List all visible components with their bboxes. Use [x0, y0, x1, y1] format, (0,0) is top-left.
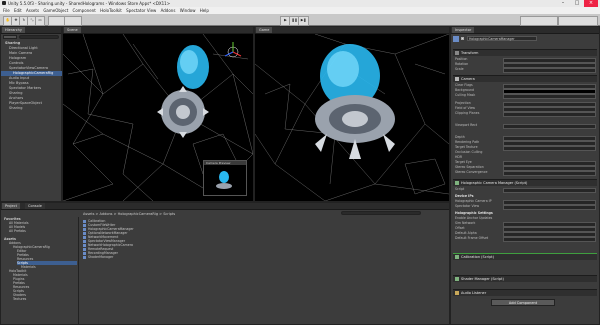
menu-window[interactable]: Window: [180, 7, 196, 14]
script-row[interactable]: Script: [455, 187, 596, 193]
tree-item[interactable]: All Prefabs: [9, 229, 26, 233]
gameobject-icon: [453, 36, 459, 42]
toolbar: ✋ ✥ ↻ ⤡ ▭ ▶ ❚❚ ▶❚: [0, 14, 600, 26]
close-icon[interactable]: ×: [584, 0, 598, 7]
project-tree: Favorites All Materials All Models All P…: [1, 217, 79, 325]
menu-assets[interactable]: Assets: [26, 7, 39, 14]
menu-addons[interactable]: Addons: [161, 7, 176, 14]
frame-offset-row[interactable]: Default Frame Offset: [455, 236, 596, 242]
global-toggle[interactable]: [64, 16, 82, 26]
menu-bar: File Edit Assets GameObject Component Ho…: [0, 7, 600, 14]
gear-platform: [157, 86, 209, 138]
clipping-row[interactable]: Clipping Planes: [455, 111, 596, 117]
maximize-icon[interactable]: □: [570, 0, 584, 7]
script-header[interactable]: Holographic Camera Manager (Script): [453, 179, 597, 186]
scene-viewport[interactable]: Camera Preview: [63, 34, 253, 201]
transform-icon: [455, 51, 459, 55]
unity-logo-icon: [2, 1, 6, 5]
object-name-field[interactable]: HolographicCameraManager: [467, 36, 537, 41]
transform-header[interactable]: Transform: [453, 49, 597, 56]
inspector-panel: Inspector HolographicCameraManager Trans…: [450, 26, 600, 325]
menu-gameobject[interactable]: GameObject: [43, 7, 68, 14]
tab-game[interactable]: Game: [256, 27, 273, 33]
script-icon: [455, 181, 459, 185]
file-item[interactable]: ShaderManager: [83, 255, 113, 259]
game-panel: Game: [254, 26, 450, 202]
viewport-rect-row[interactable]: Viewport Rect: [455, 123, 596, 129]
cs-file-icon: [83, 255, 86, 259]
hologram-blob: [177, 45, 209, 89]
audio-listener-header[interactable]: Audio Listener: [453, 289, 597, 296]
script-icon: [455, 277, 459, 281]
hierarchy-create-button[interactable]: [3, 35, 17, 39]
title-bar: Unity 5.5.0f3 - Sharing.unity - SharedHo…: [0, 0, 600, 7]
project-search-input[interactable]: [341, 211, 421, 215]
hierarchy-item[interactable]: Sharing: [1, 106, 22, 111]
tab-console[interactable]: Console: [25, 203, 45, 209]
tab-inspector[interactable]: Inspector: [452, 27, 475, 33]
camera-preview-image: [204, 165, 246, 195]
active-checkbox[interactable]: [461, 37, 464, 40]
tree-item[interactable]: Textures: [13, 297, 26, 301]
project-panel: Project Console Assets > Addons > Hologr…: [0, 202, 450, 325]
camera-header[interactable]: Camera: [453, 75, 597, 82]
object-header: HolographicCameraManager: [453, 35, 597, 43]
menu-component[interactable]: Component: [73, 7, 96, 14]
breadcrumb[interactable]: Assets > Addons > HolographicCameraRig >…: [83, 212, 175, 216]
file-list: Calibration CustomFileWriter Holographic…: [83, 219, 283, 279]
hierarchy-search-input[interactable]: [19, 35, 59, 39]
tab-hierarchy[interactable]: Hierarchy: [2, 27, 25, 33]
script-icon: [455, 255, 459, 259]
gear-platform: [315, 95, 395, 159]
hierarchy-panel: Hierarchy Sharing Directional Light Main…: [0, 26, 75, 202]
layout-dropdown[interactable]: [558, 16, 598, 26]
layers-dropdown[interactable]: [520, 16, 558, 26]
menu-help[interactable]: Help: [200, 7, 209, 14]
stereo-convergence-row[interactable]: Stereo Convergence: [455, 170, 596, 176]
camera-preview: Camera Preview: [203, 160, 247, 196]
step-button[interactable]: ▶❚: [298, 16, 309, 26]
gizmo-icon[interactable]: [224, 42, 242, 58]
menu-edit[interactable]: Edit: [14, 7, 22, 14]
add-component-button[interactable]: Add Component: [491, 299, 555, 306]
window-title: Unity 5.5.0f3 - Sharing.unity - SharedHo…: [8, 1, 171, 6]
shader-manager-header[interactable]: Shader Manager (Script): [453, 275, 597, 282]
game-viewport[interactable]: [255, 34, 449, 201]
tab-project[interactable]: Project: [2, 203, 20, 209]
camera-icon: [455, 77, 459, 81]
menu-holotoolkit[interactable]: HoloToolkit: [100, 7, 122, 14]
scene-panel: Scene Camera Preview: [62, 26, 254, 202]
minimize-icon[interactable]: –: [556, 0, 570, 7]
culling-mask-row[interactable]: Culling Mask: [455, 93, 596, 99]
tab-scene[interactable]: Scene: [64, 27, 81, 33]
menu-file[interactable]: File: [3, 7, 10, 14]
calibration-header[interactable]: Calibration (Script): [453, 253, 597, 260]
menu-spectator-view[interactable]: Spectator View: [126, 7, 156, 14]
speaker-icon: [455, 291, 459, 295]
rect-tool-icon[interactable]: ▭: [35, 16, 45, 26]
spectator-view-row[interactable]: Spectator View: [455, 204, 596, 210]
game-canvas: [255, 34, 449, 201]
scale-row[interactable]: Scale: [455, 67, 596, 73]
